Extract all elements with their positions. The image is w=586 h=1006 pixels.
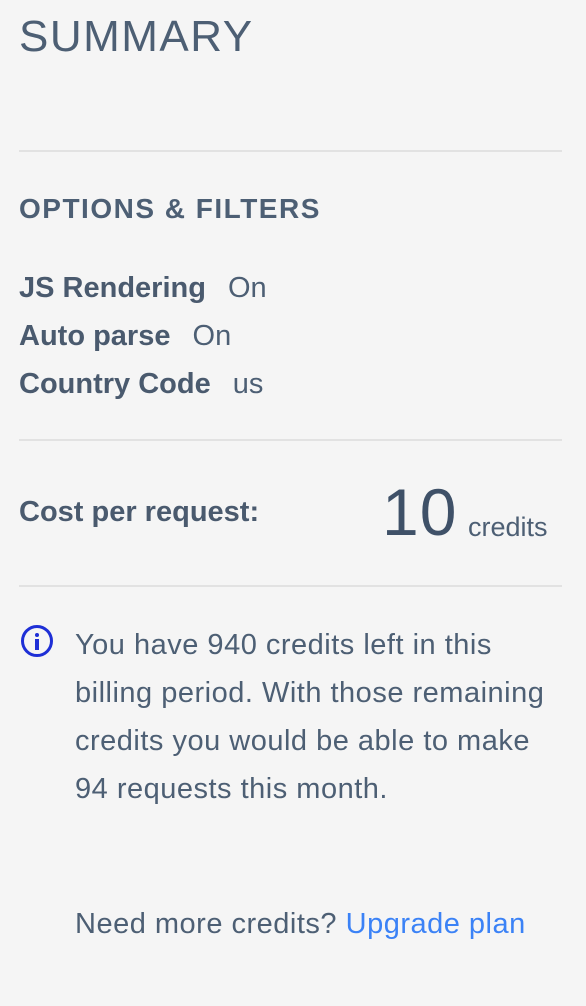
options-filters-heading: OPTIONS & FILTERS bbox=[19, 193, 321, 224]
info-icon bbox=[21, 625, 53, 657]
option-auto-parse: Auto parse On bbox=[19, 316, 267, 364]
divider bbox=[19, 585, 562, 587]
upgrade-plan-link[interactable]: Upgrade plan bbox=[346, 908, 526, 940]
credits-info-message: You have 940 credits left in this billin… bbox=[75, 629, 545, 805]
option-label: JS Rendering bbox=[19, 272, 206, 304]
summary-title: SUMMARY bbox=[19, 12, 254, 61]
upgrade-prompt-text: Need more credits? bbox=[75, 908, 338, 940]
option-value: On bbox=[192, 320, 232, 352]
option-js-rendering: JS Rendering On bbox=[19, 268, 267, 316]
cost-unit: credits bbox=[468, 512, 548, 542]
option-value: us bbox=[232, 368, 264, 400]
cost-value: 10 bbox=[382, 475, 458, 549]
option-label: Country Code bbox=[19, 368, 211, 400]
cost-per-request-label: Cost per request: bbox=[19, 496, 260, 528]
option-country-code: Country Code us bbox=[19, 364, 267, 412]
option-value: On bbox=[228, 272, 267, 304]
divider bbox=[19, 150, 562, 152]
upgrade-prompt: Need more credits? Upgrade plan bbox=[75, 900, 555, 948]
option-label: Auto parse bbox=[19, 320, 171, 352]
divider bbox=[19, 439, 562, 441]
summary-panel: SUMMARY OPTIONS & FILTERS JS Rendering O… bbox=[0, 0, 586, 1006]
options-list: JS Rendering On Auto parse On Country Co… bbox=[19, 268, 267, 412]
